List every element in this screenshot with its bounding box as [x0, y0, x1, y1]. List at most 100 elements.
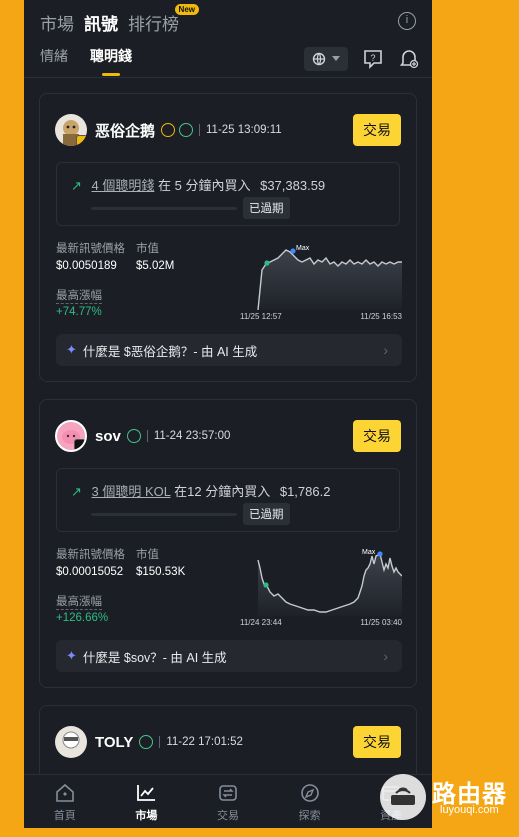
progress-bar [91, 207, 237, 210]
signal-time: 11-25 13:09:11 [206, 124, 282, 136]
trade-button[interactable]: 交易 [353, 420, 401, 452]
chain-badge-icon [74, 439, 85, 450]
pill-icon [139, 735, 154, 749]
smart-kol-link[interactable]: 3 個聰明 KOL [92, 484, 171, 499]
chart-end-time: 11/25 03:40 [360, 618, 402, 627]
subtab-smart-money[interactable]: 聰明錢 [90, 46, 132, 76]
bottom-nav: 首頁 市場 交易 探索 資產 [24, 774, 432, 828]
chevron-right-icon: › [383, 342, 388, 358]
gain-label: 最高漲幅 [56, 593, 102, 610]
signal-amount: $37,383.59 [260, 178, 326, 193]
signal-point [264, 260, 270, 266]
avatar[interactable] [55, 420, 87, 452]
chevron-right-icon: › [383, 648, 388, 664]
alert-add-icon[interactable] [398, 48, 420, 70]
gain-value: +126.66% [56, 612, 109, 624]
mcap-value: $150.53K [136, 566, 186, 578]
avatar[interactable] [55, 726, 87, 758]
price-value: $0.0050189 [56, 260, 117, 272]
separator [159, 736, 161, 748]
ai-explain-text: 什麼是 $恶俗企鹅？- 由 AI 生成 [82, 344, 258, 359]
tab-signals[interactable]: 訊號 [84, 10, 118, 35]
mcap-value: $5.02M [136, 260, 175, 272]
header-divider [24, 77, 432, 78]
card-header: 恶俗企鹅 11-25 13:09:11 [55, 114, 282, 146]
explore-icon [300, 784, 319, 802]
separator [146, 430, 148, 442]
help-icon[interactable]: ? [362, 48, 384, 70]
signal-amount: $1,786.2 [279, 484, 331, 499]
max-label: Max [296, 245, 310, 252]
nav-market-label: 市場 [135, 810, 158, 822]
trade-icon [219, 785, 237, 801]
nav-explore-label: 探索 [298, 810, 321, 822]
nav-trade[interactable]: 交易 [198, 775, 258, 828]
separator [199, 124, 201, 136]
token-tags [139, 735, 154, 749]
chart-start-time: 11/25 12:57 [240, 312, 282, 321]
market-icon [137, 785, 156, 801]
status-badge: 已過期 [243, 503, 290, 525]
signal-box: ↗ 3 個聰明 KOL 在12 分鐘內買入 $1,786.2 已過期 [56, 468, 400, 532]
max-point [290, 248, 296, 254]
tab-market[interactable]: 市場 [40, 10, 74, 35]
trade-button[interactable]: 交易 [353, 114, 401, 146]
token-tags [161, 123, 194, 137]
sparkle-icon: ✦ [66, 342, 77, 357]
chevron-down-icon [332, 56, 340, 61]
gain-value: +74.77% [56, 306, 102, 318]
nav-trade-label: 交易 [216, 810, 239, 822]
nav-home-label: 首頁 [53, 810, 76, 822]
chain-badge-icon [76, 135, 87, 146]
signal-text: 在12 分鐘內買入 [174, 484, 271, 499]
sub-tabs: 情緒 聰明錢 [40, 46, 132, 76]
signal-summary: ↗ 3 個聰明 KOL 在12 分鐘內買入 $1,786.2 [71, 481, 330, 500]
progress-bar [91, 513, 237, 516]
status-badge: 已過期 [243, 197, 290, 219]
trend-up-icon: ↗ [71, 484, 82, 499]
chart-start-time: 11/24 23:44 [240, 618, 282, 627]
sparkle-icon: ✦ [66, 648, 77, 663]
nav-home[interactable]: 首頁 [35, 775, 95, 828]
subtab-sentiment[interactable]: 情緒 [40, 46, 68, 76]
signal-time: 11-22 17:01:52 [166, 736, 243, 748]
price-label: 最新訊號價格 [56, 243, 125, 255]
ai-explain-row[interactable]: ✦ 什麼是 $sov？- 由 AI 生成 › [56, 640, 402, 672]
hand-icon [179, 123, 194, 137]
mcap-label: 市值 [136, 243, 159, 255]
info-icon[interactable]: i [398, 12, 416, 30]
watermark: 路由器 luyouqi.com [378, 770, 518, 826]
ai-explain-row[interactable]: ✦ 什麼是 $恶俗企鹅？- 由 AI 生成 › [56, 334, 402, 366]
signal-text: 在 5 分鐘內買入 [158, 178, 251, 193]
top-tabs: 市場 訊號 排行榜 New [40, 3, 199, 36]
signal-card[interactable]: sov 11-24 23:57:00 交易 ↗ 3 個聰明 KOL 在12 分鐘… [39, 399, 417, 688]
smart-money-link[interactable]: 4 個聰明錢 [92, 178, 155, 193]
signal-point [263, 582, 269, 588]
token-name: TOLY [95, 733, 134, 751]
token-name: sov [95, 427, 121, 445]
mcap-label: 市值 [136, 549, 159, 561]
card-header: sov 11-24 23:57:00 [55, 420, 230, 452]
gain-label: 最高漲幅 [56, 287, 102, 304]
tab-leaderboard[interactable]: 排行榜 New [128, 3, 199, 35]
nav-market[interactable]: 市場 [116, 775, 176, 828]
avatar[interactable] [55, 114, 87, 146]
router-logo-icon [380, 774, 426, 820]
tab-leaderboard-label: 排行榜 [128, 14, 179, 34]
chart-end-time: 11/25 16:53 [360, 312, 402, 321]
new-badge: New [174, 3, 199, 15]
signal-time: 11-24 23:57:00 [153, 430, 231, 442]
nav-explore[interactable]: 探索 [280, 775, 340, 828]
trade-button[interactable]: 交易 [353, 726, 401, 758]
globe-icon [312, 52, 326, 66]
card-header: TOLY 11-22 17:01:52 [55, 726, 243, 758]
watermark-url: luyouqi.com [440, 804, 499, 816]
app-screen: 市場 訊號 排行榜 New i 情緒 聰明錢 ? 恶俗企鹅 11-25 13:0… [24, 0, 432, 828]
svg-text:?: ? [370, 53, 375, 63]
trend-up-icon: ↗ [71, 178, 82, 193]
signal-summary: ↗ 4 個聰明錢 在 5 分鐘內買入 $37,383.59 [71, 175, 325, 194]
chain-selector[interactable] [304, 47, 348, 71]
max-label: Max [362, 549, 376, 556]
token-tags [126, 429, 141, 443]
signal-card[interactable]: 恶俗企鹅 11-25 13:09:11 交易 ↗ 4 個聰明錢 在 5 分鐘內買… [39, 93, 417, 382]
